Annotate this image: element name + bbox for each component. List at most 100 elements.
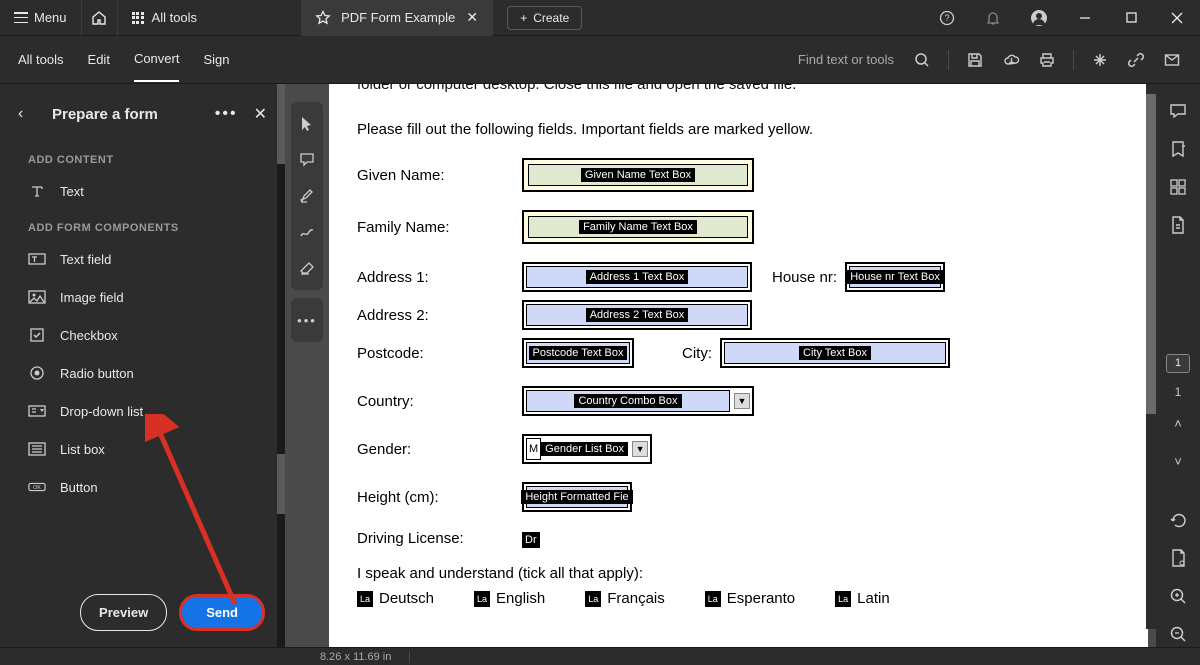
toolbar-edit[interactable]: Edit [88, 38, 110, 81]
account-button[interactable] [1016, 0, 1062, 36]
panel-item-text[interactable]: Text [0, 172, 285, 210]
dropdown-icon [28, 402, 46, 420]
email-button[interactable] [1156, 44, 1188, 76]
more-tools[interactable]: ••• [291, 304, 323, 336]
panel-item-label: Checkbox [60, 328, 118, 343]
rail-chat[interactable] [1164, 98, 1192, 124]
field-address2[interactable]: Address 2 Text Box [522, 300, 752, 330]
search-button[interactable] [906, 44, 938, 76]
rail-thumbnails[interactable] [1164, 174, 1192, 200]
save-icon [967, 52, 983, 68]
link-button[interactable] [1120, 44, 1152, 76]
toolbar-all-tools[interactable]: All tools [18, 38, 64, 81]
zoom-out-icon [1170, 626, 1187, 643]
field-house-nr[interactable]: House nr Text Box [845, 262, 945, 292]
field-family-name[interactable]: Family Name Text Box [522, 210, 754, 244]
toolbar-convert[interactable]: Convert [134, 37, 180, 82]
save-button[interactable] [959, 44, 991, 76]
panel-item-text-field[interactable]: Text field [0, 240, 285, 278]
search-icon [914, 52, 930, 68]
field-gender[interactable]: MGender List Box▼ [522, 434, 652, 464]
panel-item-listbox[interactable]: List box [0, 430, 285, 468]
rail-attachments[interactable] [1164, 212, 1192, 238]
label-given-name: Given Name: [357, 167, 522, 184]
document-tab[interactable]: PDF Form Example ✕ [301, 0, 493, 36]
panel-item-label: Text [60, 184, 84, 199]
maximize-button[interactable] [1108, 0, 1154, 36]
panel-item-radio[interactable]: Radio button [0, 354, 285, 392]
draw-tool[interactable] [291, 216, 323, 248]
menu-button[interactable]: Menu [0, 0, 81, 36]
toolbar-sign[interactable]: Sign [203, 38, 229, 81]
erase-tool[interactable] [291, 252, 323, 284]
label-city: City: [682, 345, 712, 362]
panel-item-dropdown[interactable]: Drop-down list [0, 392, 285, 430]
field-driving[interactable]: Dr [522, 530, 540, 547]
rail-rotate[interactable] [1164, 508, 1192, 534]
close-window-button[interactable] [1154, 0, 1200, 36]
send-button[interactable]: Send [179, 594, 265, 631]
rail-bookmarks[interactable] [1164, 136, 1192, 162]
field-given-name[interactable]: Given Name Text Box [522, 158, 754, 192]
doc-scrollbar[interactable] [1146, 84, 1156, 629]
page-indicator[interactable]: 1 [1166, 354, 1190, 373]
rail-layers[interactable] [1164, 545, 1192, 571]
field-city[interactable]: City Text Box [720, 338, 950, 368]
lang-check-icon: La [835, 591, 851, 607]
home-button[interactable] [81, 0, 117, 36]
chevron-down-icon: ▼ [632, 441, 648, 457]
page-up[interactable]: ˄ [1164, 411, 1192, 437]
pdf-page[interactable]: folder or computer desktop. Close this f… [329, 84, 1148, 647]
left-panel: ‹ Prepare a form ••• ✕ ADD CONTENT Text … [0, 84, 285, 647]
field-postcode[interactable]: Postcode Text Box [522, 338, 634, 368]
rail-zoom-out[interactable] [1164, 621, 1192, 647]
lang-latin[interactable]: LaLatin [835, 590, 890, 607]
ai-button[interactable] [1084, 44, 1116, 76]
create-button[interactable]: + Create [507, 6, 582, 30]
all-tools-button[interactable]: All tools [117, 0, 212, 36]
user-icon [1030, 9, 1048, 27]
doc-partial-text: folder or computer desktop. Close this f… [357, 84, 1120, 93]
panel-item-image-field[interactable]: Image field [0, 278, 285, 316]
panel-item-label: Button [60, 480, 98, 495]
lang-francais[interactable]: LaFrançais [585, 590, 665, 607]
language-row: LaDeutsch LaEnglish LaFrançais LaEsperan… [357, 590, 1120, 607]
panel-more-button[interactable]: ••• [215, 105, 238, 123]
cloud-button[interactable] [995, 44, 1027, 76]
notifications-button[interactable] [970, 0, 1016, 36]
field-address1[interactable]: Address 1 Text Box [522, 262, 752, 292]
highlight-tool[interactable] [291, 180, 323, 212]
preview-button[interactable]: Preview [80, 594, 167, 631]
help-icon: ? [939, 10, 955, 26]
panel-back-button[interactable]: ‹ [18, 105, 38, 123]
rail-zoom-in[interactable] [1164, 583, 1192, 609]
label-driving: Driving License: [357, 530, 522, 547]
minimize-button[interactable] [1062, 0, 1108, 36]
select-tool[interactable] [291, 108, 323, 140]
lang-deutsch[interactable]: LaDeutsch [357, 590, 434, 607]
panel-item-label: Radio button [60, 366, 134, 381]
doc-toolstrip: ••• [285, 84, 329, 647]
comment-tool[interactable] [291, 144, 323, 176]
panel-scrollbar[interactable] [277, 84, 285, 647]
panel-item-checkbox[interactable]: Checkbox [0, 316, 285, 354]
cloud-icon [1003, 52, 1020, 68]
help-button[interactable]: ? [924, 0, 970, 36]
field-country[interactable]: Country Combo Box▼ [522, 386, 754, 416]
search-input[interactable]: Find text or tools [790, 52, 902, 67]
label-address1: Address 1: [357, 269, 522, 286]
page-down[interactable]: ˅ [1164, 448, 1192, 474]
panel-close-button[interactable]: ✕ [254, 104, 267, 124]
file-icon [1170, 216, 1186, 234]
print-button[interactable] [1031, 44, 1063, 76]
lang-english[interactable]: LaEnglish [474, 590, 545, 607]
draw-icon [299, 224, 315, 240]
panel-item-button[interactable]: OK Button [0, 468, 285, 506]
label-country: Country: [357, 393, 522, 410]
highlight-icon [299, 188, 315, 204]
field-height[interactable]: Height Formatted Fie [522, 482, 632, 512]
chat-icon [1169, 102, 1187, 120]
lang-esperanto[interactable]: LaEsperanto [705, 590, 795, 607]
tab-close-button[interactable]: ✕ [465, 11, 479, 25]
link-icon [1128, 52, 1144, 68]
